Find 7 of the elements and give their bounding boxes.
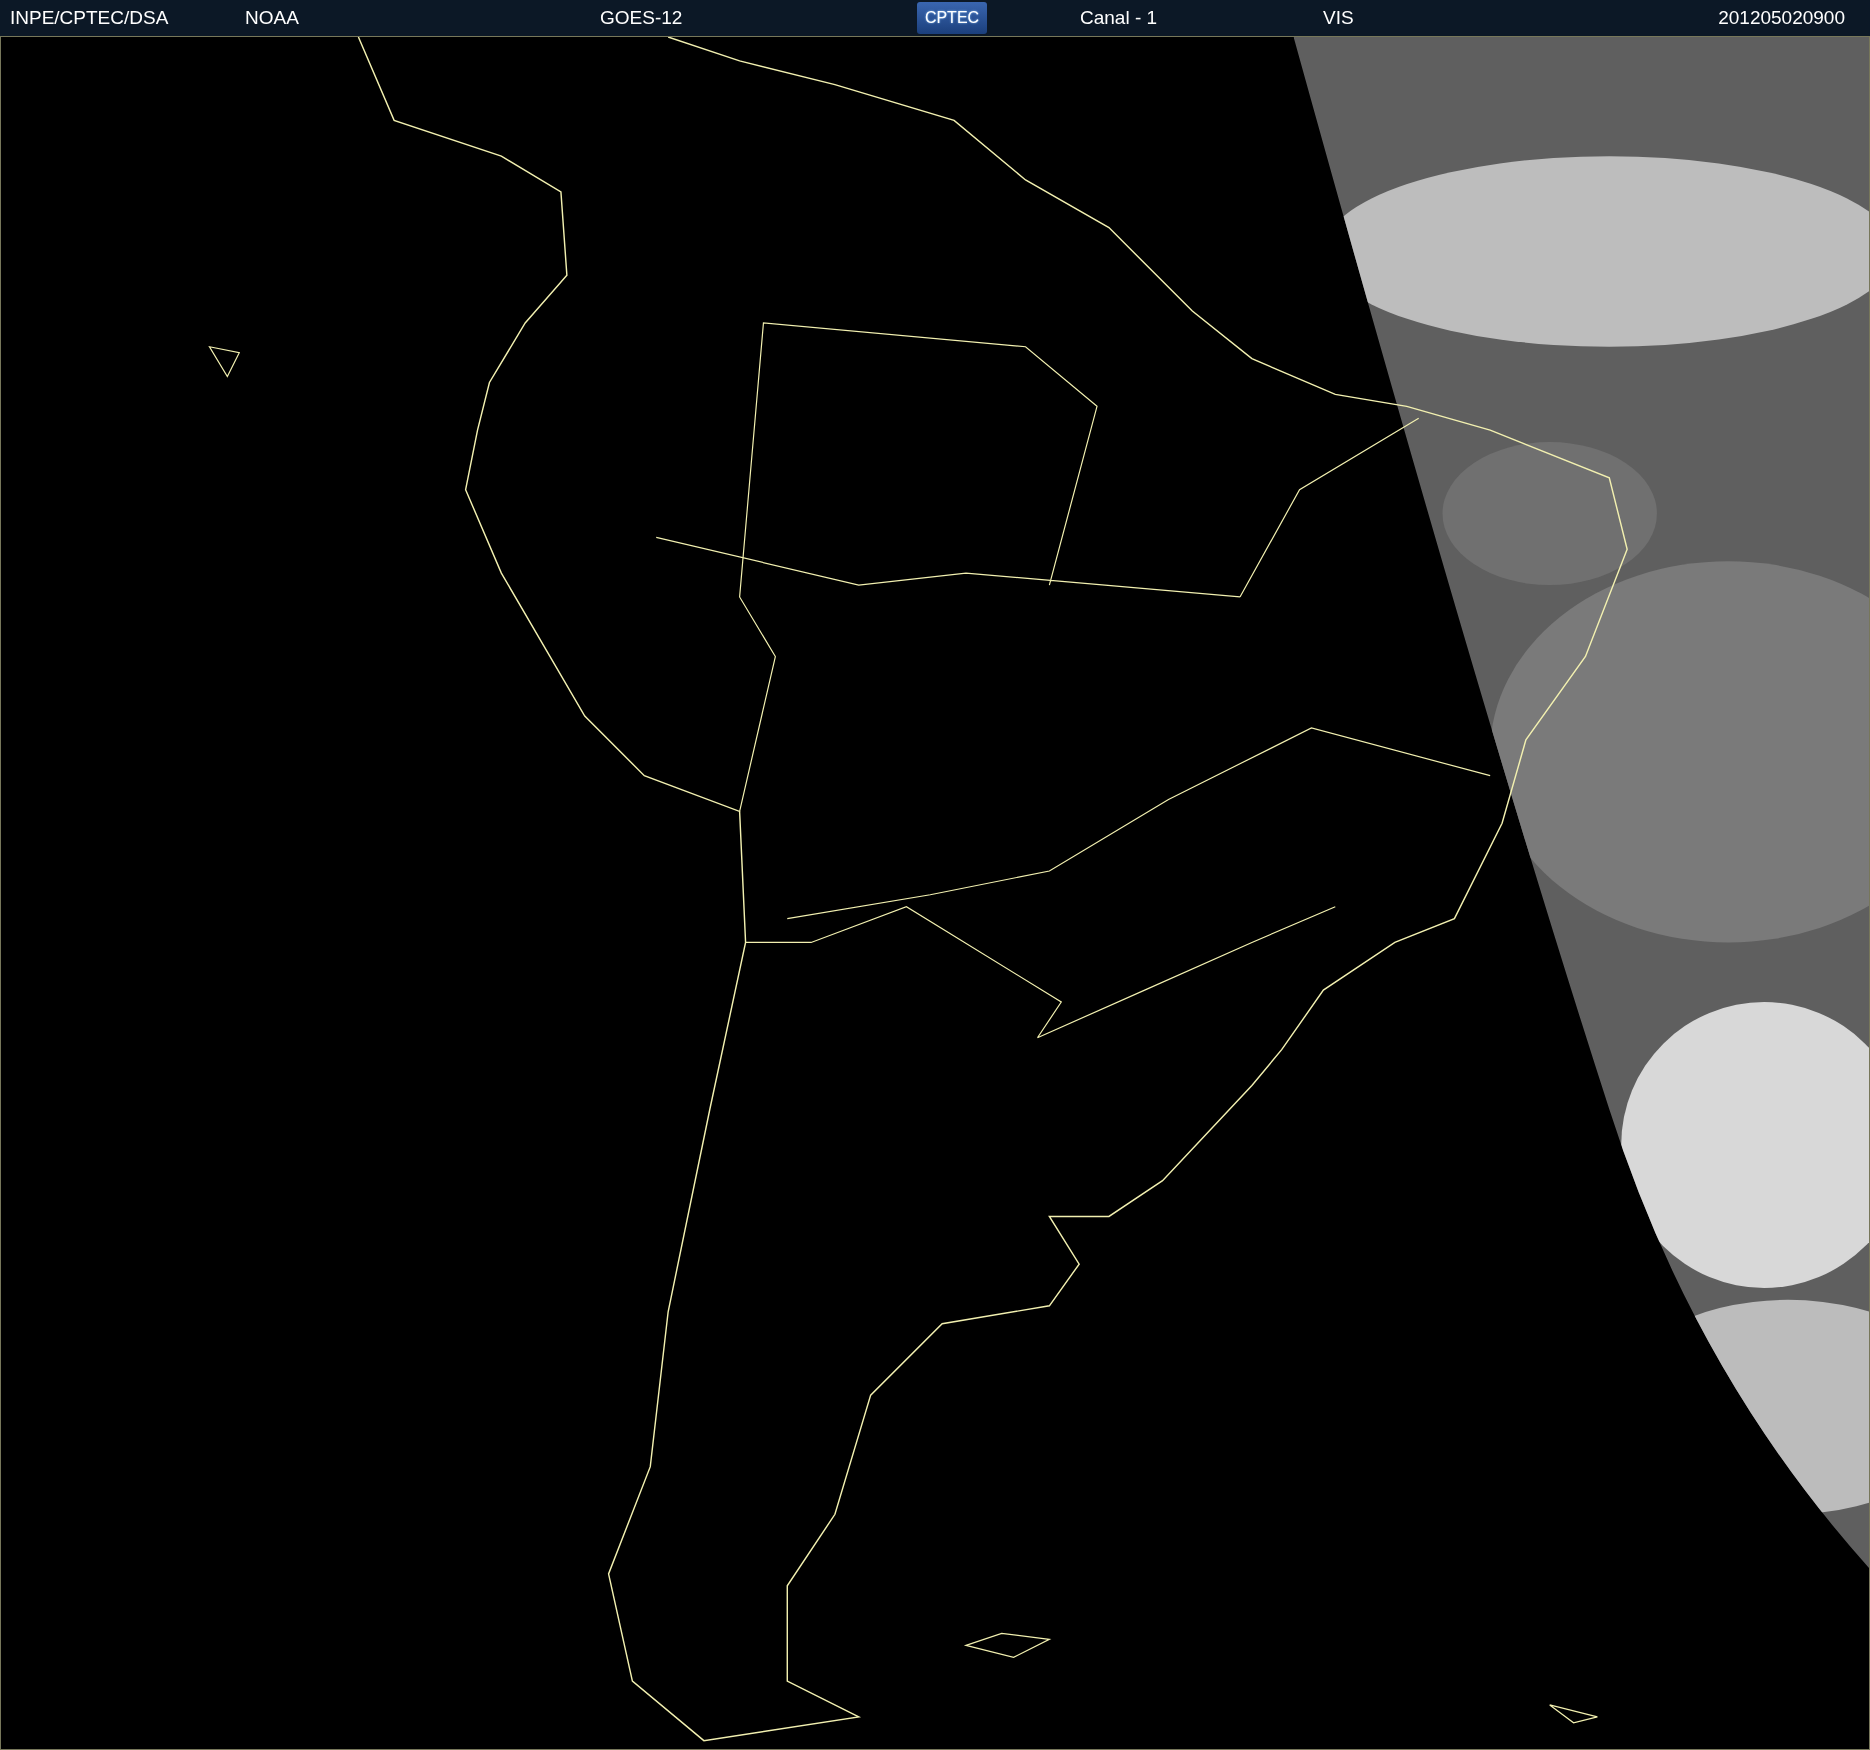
header-label: VIS — [1323, 5, 1355, 30]
header-label: 201205020900 — [1718, 5, 1845, 30]
header-label: GOES-12 — [600, 5, 684, 30]
header-label: NOAA — [245, 5, 300, 30]
logo: CPTEC — [917, 2, 987, 34]
header-label: Canal - 1 — [1080, 5, 1159, 30]
header-label: INPE/CPTEC/DSA — [10, 5, 170, 30]
